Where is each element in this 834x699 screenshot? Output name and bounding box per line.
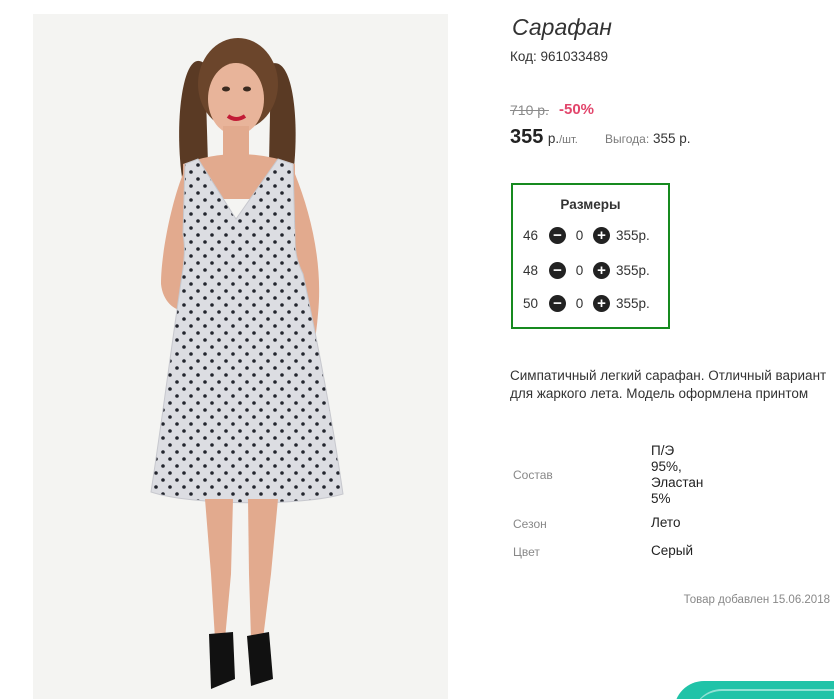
product-description: Симпатичный легкий сарафан. Отличный вар… [510,368,827,401]
attr-value-line: Эластан [651,475,704,490]
attr-value-season: Лето [651,515,681,530]
quantity-value[interactable]: 0 [566,296,593,311]
benefit-value: 355 р. [652,131,691,146]
benefit-label: Выгода: [605,132,650,146]
minus-circle-icon[interactable]: − [549,226,566,244]
product-code-label: Код: [510,49,537,64]
attr-value-line: П/Э [651,443,675,458]
plus-circle-icon[interactable]: + [593,226,610,244]
old-price: 710 р. [510,102,549,118]
minus-circle-icon[interactable]: − [549,261,566,279]
size-price: 355р. [616,295,650,311]
attr-label-composition: Состав [513,468,553,482]
attr-value-line: 95%, [651,459,682,474]
product-code: Код: 961033489 [510,49,608,64]
price-row: 355 р./шт. [510,126,578,149]
size-label: 46 [523,227,539,243]
price-unit: /шт. [559,134,578,146]
teal-corner-tab[interactable] [674,681,834,699]
product-info: Сарафан Код: 961033489 710 р. -50% 355 р… [510,0,834,699]
size-row-48: 48 − 0 + 355р. [523,260,650,280]
sizes-panel: Размеры 46 − 0 + 355р. 48 − 0 + 355р. 50… [511,183,670,329]
attr-value-color: Серый [651,543,694,558]
minus-circle-icon[interactable]: − [549,294,566,312]
size-price: 355р. [616,227,650,243]
attr-value-line: 5% [651,491,671,506]
size-label: 50 [523,295,539,311]
product-code-value: 961033489 [540,49,609,64]
price-currency: р. [547,131,560,146]
size-row-46: 46 − 0 + 355р. [523,225,650,245]
size-row-50: 50 − 0 + 355р. [523,293,650,313]
size-label: 48 [523,262,539,278]
size-price: 355р. [616,262,650,278]
quantity-value[interactable]: 0 [566,263,593,278]
discount-badge: -50% [559,101,595,118]
plus-circle-icon[interactable]: + [593,294,610,312]
benefit: Выгода: 355 р. [605,131,690,146]
product-title: Сарафан [512,14,612,40]
current-price: 355 [510,126,544,148]
product-photo[interactable] [33,14,448,699]
product-photo-image [33,14,448,699]
plus-circle-icon[interactable]: + [593,261,610,279]
attr-label-season: Сезон [513,517,547,531]
added-date: Товар добавлен 15.06.2018 [683,594,830,606]
attr-label-color: Цвет [513,545,540,559]
quantity-value[interactable]: 0 [566,228,593,243]
sizes-title: Размеры [560,197,621,212]
attr-value-composition: П/Э 95%, Эластан 5% [651,443,703,507]
